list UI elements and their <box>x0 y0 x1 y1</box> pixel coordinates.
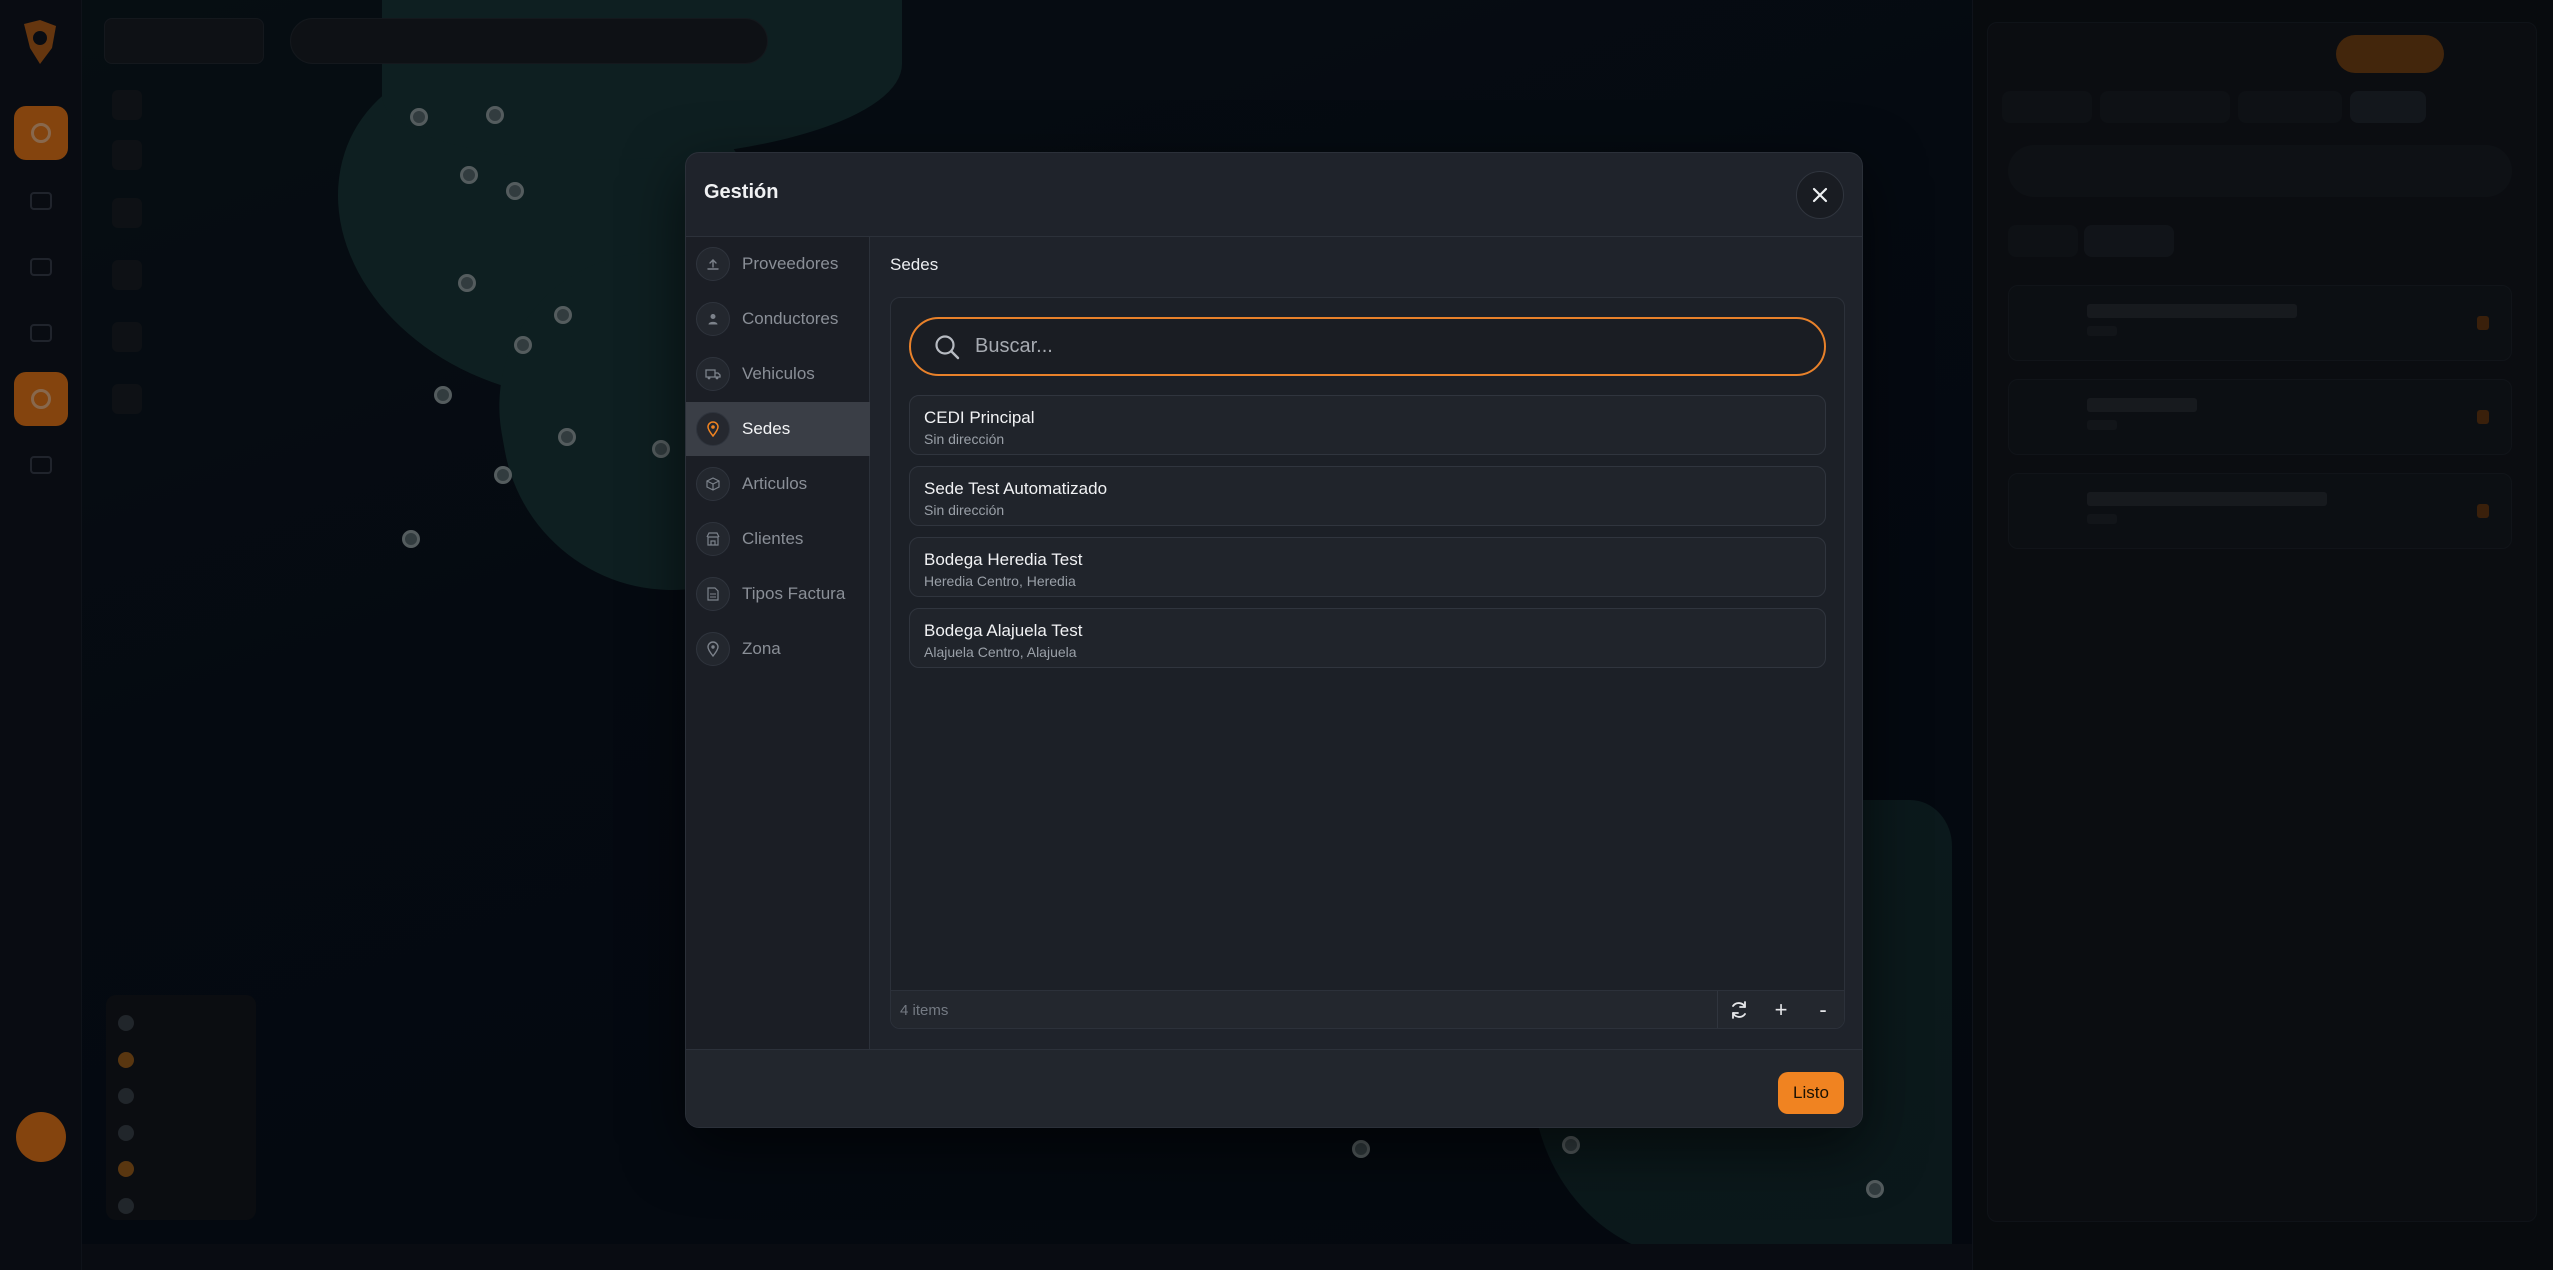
modal-nav: Proveedores Conductores Vehiculos Sedes … <box>686 237 870 1049</box>
nav-label: Articulos <box>742 474 808 493</box>
close-icon <box>1812 187 1828 203</box>
list-item[interactable]: CEDI Principal Sin dirección <box>909 395 1826 455</box>
sedes-list-panel: CEDI Principal Sin dirección Sede Test A… <box>890 297 1845 1029</box>
add-button[interactable]: + <box>1760 991 1802 1028</box>
store-icon <box>696 522 730 556</box>
refresh-icon <box>1732 1001 1746 1019</box>
list-item-subtitle: Alajuela Centro, Alajuela <box>924 644 1077 660</box>
nav-item-zona[interactable]: Zona <box>686 622 870 676</box>
management-modal: Gestión Proveedores Conductores Vehiculo… <box>685 152 1863 1128</box>
remove-button[interactable]: - <box>1802 991 1844 1028</box>
search-input[interactable] <box>975 335 1775 358</box>
nav-label: Clientes <box>742 529 804 548</box>
list-item[interactable]: Bodega Alajuela Test Alajuela Centro, Al… <box>909 608 1826 668</box>
list-item-subtitle: Sin dirección <box>924 502 1005 518</box>
refresh-button[interactable] <box>1718 991 1760 1028</box>
nav-item-tipos-factura[interactable]: Tipos Factura <box>686 567 870 621</box>
nav-item-proveedores[interactable]: Proveedores <box>686 237 870 291</box>
nav-label: Zona <box>742 639 781 658</box>
document-icon <box>696 577 730 611</box>
done-button[interactable]: Listo <box>1778 1072 1844 1114</box>
nav-item-articulos[interactable]: Articulos <box>686 457 870 511</box>
list-item-title: Bodega Heredia Test <box>924 550 1083 569</box>
list-footer: 4 items + - <box>891 990 1844 1028</box>
nav-item-conductores[interactable]: Conductores <box>686 292 870 346</box>
search-icon <box>935 334 960 359</box>
close-button[interactable] <box>1796 171 1844 219</box>
search-field[interactable] <box>909 317 1826 376</box>
person-icon <box>696 302 730 336</box>
nav-label: Vehiculos <box>742 364 815 383</box>
list-item-title: Bodega Alajuela Test <box>924 621 1083 640</box>
box-icon <box>696 467 730 501</box>
modal-header: Gestión <box>686 153 1862 237</box>
list-item-title: CEDI Principal <box>924 408 1035 427</box>
nav-item-vehiculos[interactable]: Vehiculos <box>686 347 870 401</box>
nav-label: Proveedores <box>742 254 839 273</box>
list-item-subtitle: Heredia Centro, Heredia <box>924 573 1076 589</box>
list-item[interactable]: Sede Test Automatizado Sin dirección <box>909 466 1826 526</box>
list-item[interactable]: Bodega Heredia Test Heredia Centro, Here… <box>909 537 1826 597</box>
list-item-subtitle: Sin dirección <box>924 431 1005 447</box>
section-title: Sedes <box>890 255 939 274</box>
modal-title: Gestión <box>704 181 779 203</box>
nav-label: Tipos Factura <box>742 584 846 603</box>
nav-item-clientes[interactable]: Clientes <box>686 512 870 566</box>
list-item-title: Sede Test Automatizado <box>924 479 1108 498</box>
location-pin-icon <box>696 412 730 446</box>
items-count: 4 items <box>900 1002 949 1019</box>
nav-label: Sedes <box>742 419 791 438</box>
location-pin-icon <box>696 632 730 666</box>
truck-icon <box>696 357 730 391</box>
modal-footer: Listo <box>686 1049 1862 1127</box>
nav-item-sedes[interactable]: Sedes <box>686 402 870 456</box>
upload-icon <box>696 247 730 281</box>
nav-label: Conductores <box>742 309 839 328</box>
modal-content: Sedes CEDI Principal Sin dirección Sede … <box>871 237 1862 1049</box>
